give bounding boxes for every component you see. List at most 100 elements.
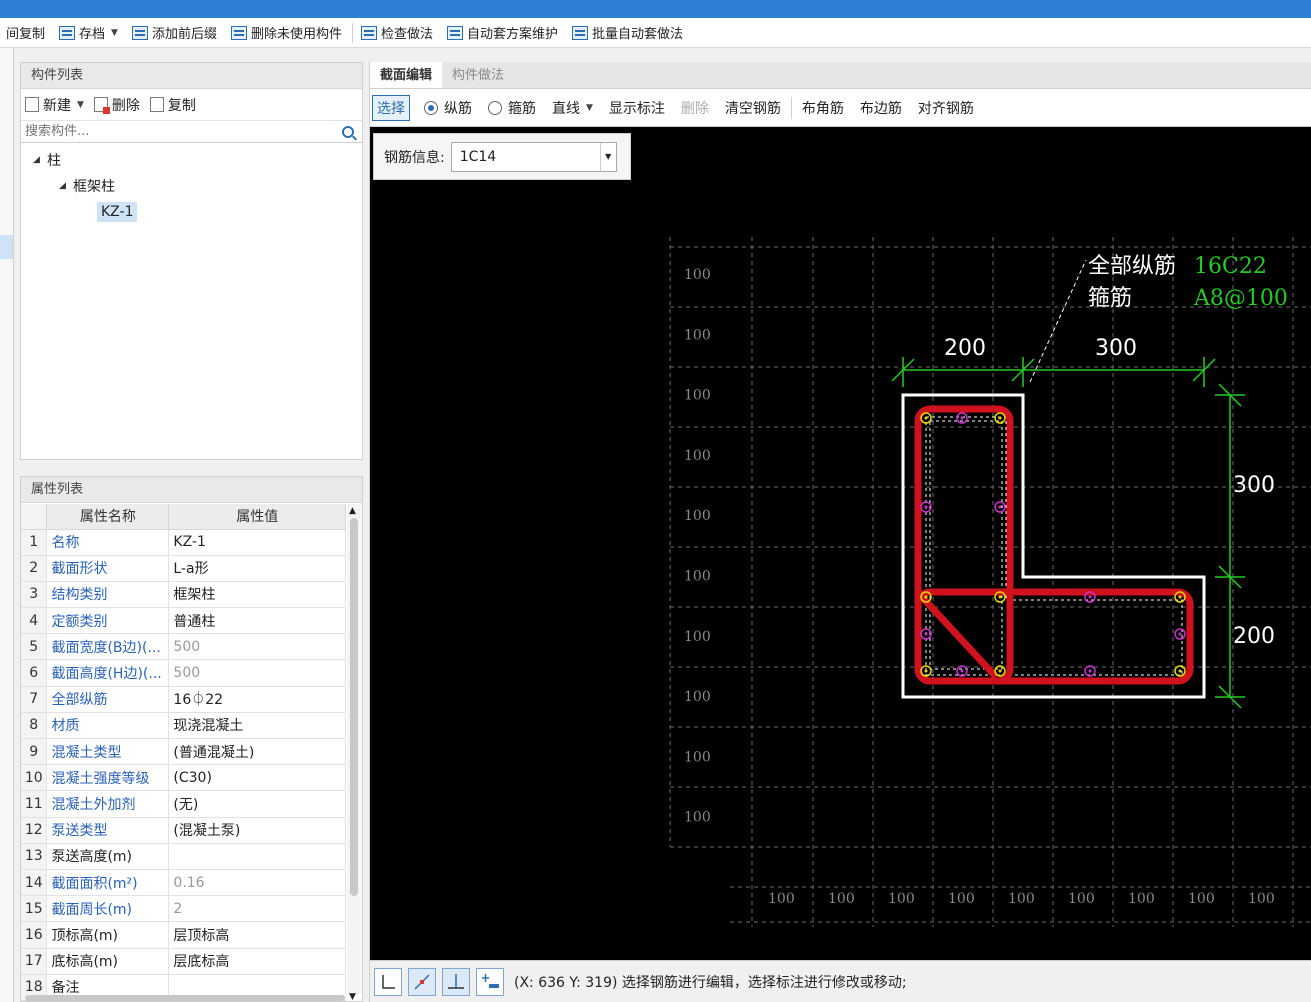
property-row[interactable]: 15 截面周长(m) 2 — [21, 895, 346, 923]
edge-rebar-button[interactable]: 布边筋 — [852, 98, 910, 118]
rebar-info-select[interactable]: 1C14 ▼ — [450, 141, 617, 172]
align-rebar-button[interactable]: 对齐钢筋 — [910, 98, 982, 118]
property-row[interactable]: 10 混凝土强度等级 (C30) — [21, 764, 346, 792]
scroll-up-icon[interactable]: ▲ — [349, 506, 356, 516]
property-value[interactable]: (无) — [168, 790, 346, 818]
rebar-point-center — [1178, 595, 1182, 599]
search-input[interactable] — [25, 124, 325, 139]
property-value[interactable]: (C30) — [168, 764, 346, 792]
search-icon[interactable] — [342, 125, 354, 138]
property-row[interactable]: 16 顶标高(m) 层顶标高 — [21, 921, 346, 949]
copy-component-button[interactable]: 复制 — [149, 95, 196, 115]
snap-mode-button[interactable] — [408, 967, 436, 996]
property-header-row: 属性名称 属性值 — [21, 504, 346, 530]
radio-on-icon[interactable] — [424, 100, 438, 115]
property-value[interactable]: 普通柱 — [168, 607, 346, 635]
property-value[interactable]: 500 — [168, 659, 346, 687]
property-row[interactable]: 12 泵送类型 (混凝土泵) — [21, 817, 346, 844]
line-mode-dropdown[interactable]: 直线 ▼ — [544, 98, 601, 118]
tree-node-column[interactable]: ◢ 柱 — [21, 147, 362, 173]
delete-component-button[interactable]: 删除 — [93, 95, 140, 115]
property-name: 顶标高(m) — [46, 921, 170, 949]
property-row-number: 8 — [21, 712, 48, 740]
property-value[interactable]: 2 — [168, 895, 346, 923]
scroll-thumb[interactable] — [350, 518, 358, 896]
select-button[interactable]: 选择 — [372, 94, 410, 121]
property-row-number: 12 — [21, 817, 48, 844]
stirrup-spec-label[interactable]: 箍筋 — [1088, 286, 1132, 311]
chevron-down-icon[interactable]: ▼ — [77, 100, 84, 110]
property-name: 泵送高度(m) — [46, 843, 170, 870]
rebar-info-label: 钢筋信息: — [384, 149, 445, 166]
archive-button[interactable]: 存档 ▼ — [53, 21, 126, 45]
property-row[interactable]: 4 定额类别 普通柱 — [21, 607, 346, 635]
left-edge-selected[interactable] — [0, 235, 13, 259]
dim-right-top[interactable]: 300 — [1233, 473, 1275, 498]
property-value[interactable]: 层顶标高 — [168, 921, 346, 949]
radio-off-icon[interactable] — [488, 100, 502, 115]
property-row[interactable]: 5 截面宽度(B边)(... 500 — [21, 633, 346, 661]
dim-right-bottom[interactable]: 200 — [1233, 624, 1275, 649]
section-drawing-canvas[interactable]: 100 100 100 100 100 100 100 100 100 100 100 100 100 1… — [370, 127, 1311, 960]
orthogonal-mode-button[interactable] — [374, 967, 402, 996]
add-prefix-suffix-button[interactable]: 添加前后缀 — [126, 21, 225, 45]
copy-between-button[interactable]: 间复制 — [0, 21, 53, 45]
property-row[interactable]: 7 全部纵筋 16⏀22 — [21, 686, 346, 713]
property-row[interactable]: 9 混凝土类型 (普通混凝土) — [21, 738, 346, 766]
property-value[interactable]: KZ-1 — [168, 529, 346, 556]
dimension-mode-button[interactable] — [476, 967, 504, 996]
batch-auto-method-button[interactable]: 批量自动套做法 — [566, 21, 691, 45]
property-value[interactable]: 0.16 — [168, 869, 346, 897]
rebar-point-center — [1088, 669, 1092, 673]
all-longitudinal-label[interactable]: 全部纵筋 — [1088, 254, 1176, 279]
property-value[interactable]: 现浇混凝土 — [168, 712, 346, 740]
property-horizontal-scrollbar[interactable] — [25, 995, 345, 1001]
property-value[interactable]: (普通混凝土) — [168, 738, 346, 766]
new-component-button[interactable]: 新建 ▼ — [25, 95, 84, 115]
all-longitudinal-value[interactable]: 16C22 — [1194, 254, 1267, 279]
corner-rebar-button[interactable]: 布角筋 — [794, 98, 852, 118]
rebar-point-center — [924, 505, 928, 509]
dim-top-right[interactable]: 300 — [1095, 336, 1137, 361]
property-row[interactable]: 8 材质 现浇混凝土 — [21, 712, 346, 740]
stirrup-radio[interactable]: 箍筋 — [480, 98, 544, 118]
delete-unused-button[interactable]: 删除未使用构件 — [225, 21, 350, 45]
property-value[interactable] — [168, 843, 346, 870]
property-row[interactable]: 17 底标高(m) 层底标高 — [21, 948, 346, 975]
property-row-number: 17 — [21, 948, 48, 975]
property-row[interactable]: 13 泵送高度(m) — [21, 843, 346, 870]
property-row[interactable]: 14 截面面积(m²) 0.16 — [21, 869, 346, 897]
property-value[interactable]: 框架柱 — [168, 581, 346, 609]
stirrup-spec-value[interactable]: A8@100 — [1193, 286, 1288, 311]
property-vertical-scrollbar[interactable]: ▲ ▼ — [347, 504, 361, 1002]
longitudinal-radio[interactable]: 纵筋 — [416, 98, 480, 118]
chevron-down-icon[interactable]: ▼ — [599, 142, 616, 171]
perpendicular-mode-button[interactable] — [442, 967, 470, 996]
collapse-triangle-icon[interactable]: ◢ — [59, 181, 73, 191]
tab-component-method[interactable]: 构件做法 — [442, 62, 514, 88]
property-value[interactable]: 层底标高 — [168, 948, 346, 975]
section-drawing[interactable]: 100 100 100 100 100 100 100 100 100 100 100 100 100 1… — [370, 127, 1311, 960]
property-row[interactable]: 1 名称 KZ-1 — [21, 529, 346, 556]
chevron-down-icon[interactable]: ▼ — [111, 28, 118, 38]
property-row[interactable]: 3 结构类别 框架柱 — [21, 581, 346, 609]
property-row[interactable]: 6 截面高度(H边)(... 500 — [21, 659, 346, 687]
show-dimension-button[interactable]: 显示标注 — [601, 98, 673, 118]
property-value[interactable]: 16⏀22 — [168, 686, 346, 713]
property-value[interactable]: 500 — [168, 633, 346, 661]
collapse-triangle-icon[interactable]: ◢ — [33, 155, 47, 165]
dim-top-left[interactable]: 200 — [944, 336, 986, 361]
property-value[interactable]: (混凝土泵) — [168, 817, 346, 844]
property-value[interactable]: L-a形 — [168, 555, 346, 582]
delete-rebar-button[interactable]: 删除 — [673, 98, 717, 118]
property-row[interactable]: 11 混凝土外加剂 (无) — [21, 790, 346, 818]
property-list-title: 属性列表 — [21, 477, 362, 503]
property-row[interactable]: 2 截面形状 L-a形 — [21, 555, 346, 582]
scroll-down-icon[interactable]: ▼ — [349, 992, 356, 1002]
clear-rebar-button[interactable]: 清空钢筋 — [717, 98, 789, 118]
check-method-button[interactable]: 检查做法 — [355, 21, 441, 45]
tree-node-kz1[interactable]: KZ-1 — [21, 199, 362, 225]
tree-node-frame-column[interactable]: ◢ 框架柱 — [21, 173, 362, 199]
tab-section-edit[interactable]: 截面编辑 — [370, 62, 443, 88]
auto-plan-maintain-button[interactable]: 自动套方案维护 — [441, 21, 566, 45]
